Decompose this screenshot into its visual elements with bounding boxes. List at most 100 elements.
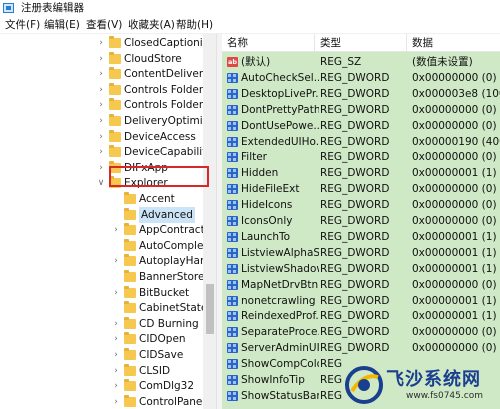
header-type[interactable]: 类型 xyxy=(320,36,341,50)
value-row[interactable]: ServerAdminUI REG_DWORD 0x00000000 (0) xyxy=(222,340,500,356)
watermark-url: www.fs0745.com xyxy=(406,391,483,401)
tree-item[interactable]: › ControlPanel xyxy=(0,394,216,409)
value-row[interactable]: HideIcons REG_DWORD 0x00000000 (0) xyxy=(222,197,500,213)
value-data: 0x00000000 (0) xyxy=(412,151,497,164)
value-row[interactable]: HideFileExt REG_DWORD 0x00000000 (0) xyxy=(222,181,500,197)
tree-item[interactable]: BannerStore xyxy=(0,269,216,285)
folder-icon xyxy=(124,348,136,360)
value-row[interactable]: DontPrettyPath REG_DWORD 0x00000000 (0) xyxy=(222,102,500,118)
value-row[interactable]: ExtendedUIHo...REG_DWORD 0x00000190 (400) xyxy=(222,134,500,150)
value-type: REG_DWORD xyxy=(320,183,390,196)
tree-item-label: AppContract xyxy=(139,224,205,237)
menu-file[interactable]: 文件(F) xyxy=(5,18,40,32)
chevron-right-icon[interactable]: › xyxy=(111,363,121,379)
advanced-highlight-box xyxy=(109,166,209,187)
tree-item[interactable]: › CIDOpen xyxy=(0,331,216,347)
watermark-text: 飞沙系统网 xyxy=(386,369,481,390)
dword-value-icon xyxy=(227,263,238,274)
tree-item[interactable]: › CLSID xyxy=(0,363,216,379)
tree-item[interactable]: › CIDSave xyxy=(0,347,216,363)
tree-item[interactable]: › ClosedCaptioning xyxy=(0,35,216,51)
value-row[interactable]: ab (默认) REG_SZ (数值未设置) xyxy=(222,54,500,70)
chevron-down-icon[interactable]: ∨ xyxy=(96,175,106,191)
tree-item[interactable]: AutoComplete xyxy=(0,238,216,254)
tree-item-label: ControlPanel xyxy=(139,395,206,408)
chevron-right-icon[interactable]: › xyxy=(111,285,121,301)
tree-item[interactable]: › CloudStore xyxy=(0,51,216,67)
chevron-right-icon[interactable]: › xyxy=(111,378,121,394)
value-row[interactable]: ListviewShadow REG_DWORD 0x00000001 (1) xyxy=(222,261,500,277)
tree-item[interactable]: › Controls Folder xyxy=(0,82,216,98)
value-row[interactable]: ReindexedProf... REG_DWORD 0x00000001 (1) xyxy=(222,308,500,324)
tree-scrollbar-thumb[interactable] xyxy=(206,284,214,334)
chevron-right-icon[interactable]: › xyxy=(111,222,121,238)
menu-edit[interactable]: 编辑(E) xyxy=(44,18,80,32)
folder-icon xyxy=(124,223,136,236)
list-header: 名称 类型 数据 xyxy=(222,34,500,52)
dword-value-icon xyxy=(227,120,238,131)
chevron-right-icon[interactable]: › xyxy=(111,331,121,347)
tree-item[interactable]: › DeliveryOptimizati xyxy=(0,113,216,129)
menu-favorites[interactable]: 收藏夹(A) xyxy=(128,18,175,32)
tree-item[interactable]: Advanced xyxy=(0,206,216,223)
chevron-right-icon[interactable]: › xyxy=(111,253,121,269)
chevron-right-icon[interactable]: › xyxy=(96,160,106,176)
value-data: 0x00000000 (0) xyxy=(412,119,497,132)
value-row[interactable]: IconsOnly REG_DWORD 0x00000000 (0) xyxy=(222,213,500,229)
folder-icon xyxy=(124,192,136,204)
tree-item[interactable]: › ComDlg32 xyxy=(0,378,216,394)
dword-value-icon xyxy=(227,216,238,226)
dword-value-icon xyxy=(227,152,238,163)
value-data: 0x00000000 (0) xyxy=(412,326,497,339)
menu-help[interactable]: 帮助(H) xyxy=(176,18,213,32)
chevron-right-icon[interactable]: › xyxy=(96,97,106,113)
header-separator[interactable] xyxy=(314,34,315,52)
value-row[interactable]: SeparateProce... REG_DWORD 0x00000000 (0) xyxy=(222,324,500,340)
value-row[interactable]: nonetcrawling REG_DWORD 0x00000001 (1) xyxy=(222,293,500,309)
value-name: ListviewShadow xyxy=(241,262,319,275)
chevron-right-icon[interactable]: › xyxy=(96,35,106,51)
chevron-right-icon[interactable]: › xyxy=(111,316,121,332)
tree-item[interactable]: › AutoplayHandle xyxy=(0,253,216,269)
value-row[interactable]: LaunchTo REG_DWORD 0x00000001 (1) xyxy=(222,229,500,245)
tree-item[interactable]: › DeviceAccess xyxy=(0,129,216,145)
header-data[interactable]: 数据 xyxy=(412,36,433,50)
value-row[interactable]: ListviewAlphaS...REG_DWORD 0x00000001 (1) xyxy=(222,245,500,261)
value-name: ListviewAlphaS... xyxy=(241,246,319,259)
value-type: REG_DWORD xyxy=(320,278,390,291)
value-row[interactable]: DesktopLivePr...REG_DWORD 0x000003e8 (100… xyxy=(222,86,500,102)
tree-scrollbar[interactable] xyxy=(203,34,216,409)
value-list: 名称 类型 数据 ab (默认) REG_SZ (数值未设置) AutoCheckSel… xyxy=(222,34,500,409)
value-row[interactable]: DontUsePowe... REG_DWORD 0x00000000 (0) xyxy=(222,118,500,134)
value-row[interactable]: Filter REG_DWORD 0x00000000 (0) xyxy=(222,149,500,165)
chevron-right-icon[interactable]: › xyxy=(96,129,106,145)
value-row[interactable]: MapNetDrvBtn REG_DWORD 0x00000000 (0) xyxy=(222,277,500,293)
header-separator[interactable] xyxy=(406,34,407,52)
value-type: REG_DWORD xyxy=(320,294,390,307)
chevron-right-icon[interactable]: › xyxy=(96,144,106,160)
dword-value-icon xyxy=(227,247,238,258)
chevron-right-icon[interactable]: › xyxy=(96,51,106,67)
tree-item[interactable]: › DeviceCapabilities xyxy=(0,144,216,160)
chevron-right-icon[interactable]: › xyxy=(96,66,106,82)
tree-item[interactable]: › Controls Folder (W xyxy=(0,97,216,113)
chevron-right-icon[interactable]: › xyxy=(96,82,106,98)
tree-item[interactable]: Accent xyxy=(0,191,216,207)
tree-item[interactable]: › CD Burning xyxy=(0,316,216,332)
tree-item[interactable]: › BitBucket xyxy=(0,285,216,301)
value-row[interactable]: Hidden REG_DWORD 0x00000001 (1) xyxy=(222,165,500,181)
menu-view[interactable]: 查看(V) xyxy=(86,18,122,32)
chevron-right-icon[interactable]: › xyxy=(111,394,121,409)
dword-value-icon xyxy=(227,311,238,322)
header-name[interactable]: 名称 xyxy=(227,36,248,50)
tree-item[interactable]: › ContentDeliveryMa xyxy=(0,66,216,82)
chevron-right-icon[interactable]: › xyxy=(96,113,106,129)
key-tree: › ClosedCaptioning › CloudStore › ContentDeli… xyxy=(0,34,216,409)
folder-icon xyxy=(124,316,136,329)
value-data: 0x00000000 (0) xyxy=(412,278,497,291)
value-row[interactable]: AutoCheckSel... REG_DWORD 0x00000000 (0) xyxy=(222,70,500,86)
tree-item[interactable]: CabinetState xyxy=(0,300,216,316)
chevron-right-icon[interactable]: › xyxy=(111,347,121,363)
tree-item[interactable]: › AppContract xyxy=(0,222,216,238)
window-title: 注册表编辑器 xyxy=(21,2,84,14)
